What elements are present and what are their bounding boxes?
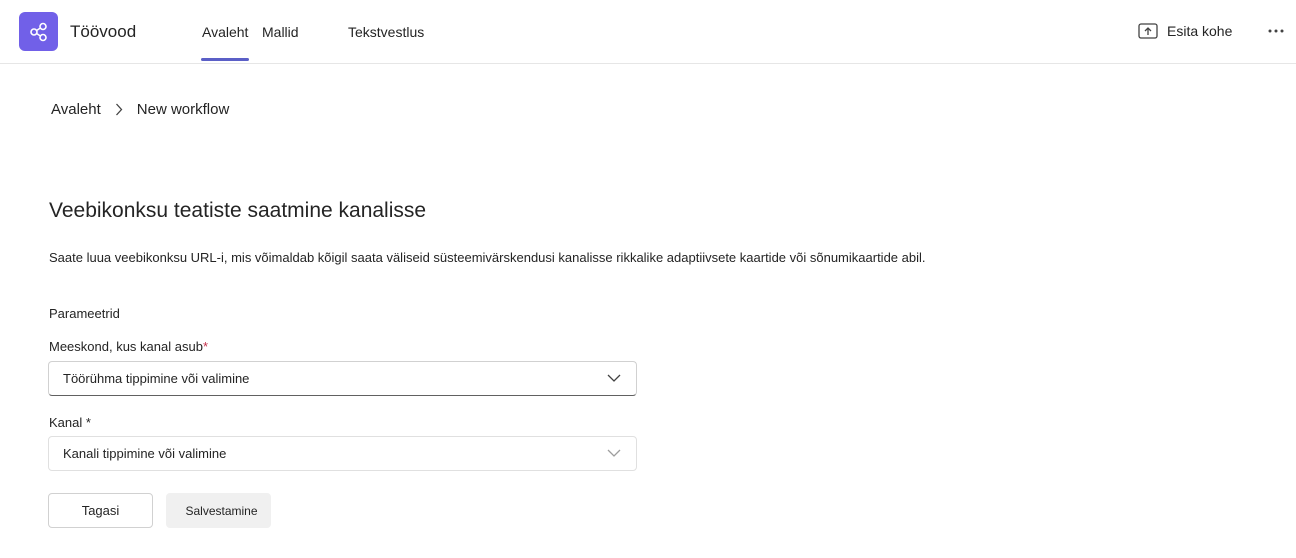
breadcrumb: Avaleht New workflow bbox=[51, 101, 229, 118]
chevron-down-icon bbox=[607, 449, 621, 457]
workflow-glyph bbox=[29, 22, 47, 41]
tab-chat[interactable]: Tekstvestlus bbox=[348, 24, 424, 40]
share-screen-icon bbox=[1138, 22, 1158, 39]
breadcrumb-current: New workflow bbox=[136, 101, 230, 118]
top-bar: Töövood Avaleht Mallid Tekstvestlus Esit… bbox=[0, 0, 1296, 64]
tab-templates[interactable]: Mallid bbox=[262, 24, 299, 40]
chevron-down-icon bbox=[607, 374, 621, 382]
workflow-icon[interactable] bbox=[19, 12, 58, 51]
breadcrumb-home[interactable]: Avaleht bbox=[51, 101, 101, 118]
team-dropdown-placeholder: Töörühma tippimine või valimine bbox=[63, 371, 250, 386]
required-mark: * bbox=[202, 339, 208, 354]
page-description: Saate luua veebikonksu URL-i, mis võimal… bbox=[49, 250, 926, 265]
team-field-label-text: Meeskond, kus kanal asub bbox=[49, 339, 203, 354]
more-options-button[interactable] bbox=[1266, 21, 1286, 41]
save-button[interactable]: Salvestamine bbox=[166, 493, 271, 528]
channel-field-label-text: Kanal bbox=[49, 415, 83, 430]
present-now-button[interactable]: Esita kohe bbox=[1138, 20, 1232, 42]
app-title: Töövood bbox=[70, 22, 137, 41]
present-now-label: Esita kohe bbox=[1167, 23, 1233, 39]
channel-dropdown-placeholder: Kanali tippimine või valimine bbox=[63, 446, 227, 461]
chevron-right-icon bbox=[115, 103, 123, 116]
page-title: Veebikonksu teatiste saatmine kanalisse bbox=[49, 199, 427, 222]
more-horizontal-icon bbox=[1268, 29, 1284, 33]
team-dropdown[interactable]: Töörühma tippimine või valimine bbox=[48, 361, 637, 396]
channel-dropdown[interactable]: Kanali tippimine või valimine bbox=[48, 436, 637, 471]
back-button[interactable]: Tagasi bbox=[48, 493, 153, 528]
parameters-heading: Parameetrid bbox=[49, 306, 120, 321]
team-field-label: Meeskond, kus kanal asub* bbox=[49, 339, 208, 354]
tab-home[interactable]: Avaleht bbox=[200, 24, 250, 61]
channel-field-label: Kanal * bbox=[49, 415, 91, 430]
required-mark: * bbox=[82, 415, 91, 430]
